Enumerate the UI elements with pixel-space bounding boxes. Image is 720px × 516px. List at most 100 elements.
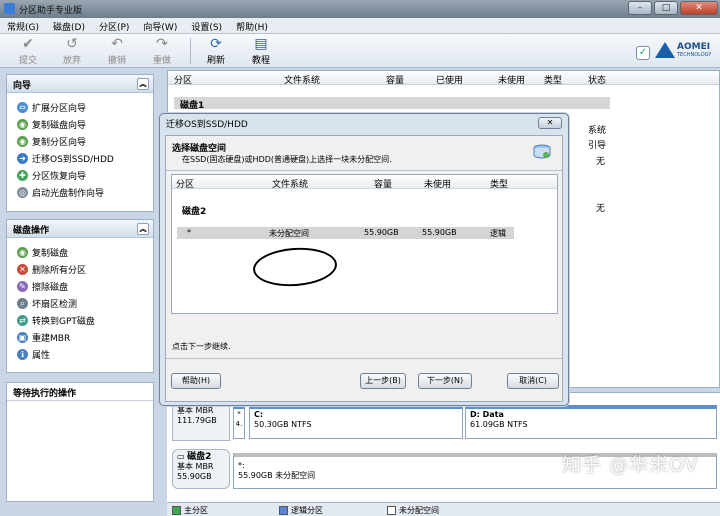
- disk1-partition-marker[interactable]: * 4.: [233, 405, 245, 439]
- col-partition[interactable]: 分区: [176, 177, 194, 190]
- partition-c[interactable]: C: 50.30GB NTFS: [249, 405, 463, 439]
- properties-icon: ℹ: [17, 348, 28, 360]
- refresh-button[interactable]: ⟳ 刷新: [196, 36, 236, 66]
- disk-ops-header: 磁盘操作 ︽: [7, 220, 153, 238]
- app-icon: [4, 3, 15, 14]
- sidebar-item-label: 转换到GPT磁盘: [32, 316, 95, 327]
- sidebar-item-copy-disk[interactable]: ◉ 复制磁盘: [7, 242, 153, 259]
- collapse-icon[interactable]: ︽: [137, 78, 149, 90]
- cancel-button[interactable]: 取消(C): [507, 373, 559, 389]
- col-capacity[interactable]: 容量: [386, 73, 404, 86]
- collapse-icon[interactable]: ︽: [137, 223, 149, 235]
- disk2-name: ▭ 磁盘2: [177, 452, 225, 462]
- sidebar-item-migrate-os[interactable]: ➜ 迁移OS到SSD/HDD: [7, 148, 153, 165]
- row-filesystem: 未分配空间: [269, 229, 309, 238]
- disk2-type: 基本 MBR: [177, 462, 214, 471]
- disk-space-list: 分区 文件系统 容量 未使用 类型 磁盘2 * 未分配空间 55.90GB 55…: [171, 174, 558, 314]
- dialog-close-button[interactable]: ✕: [538, 117, 562, 129]
- migrate-os-dialog: 迁移OS到SSD/HDD ✕ 选择磁盘空间 在SSD(固态硬盘)或HDD(普通硬…: [159, 113, 569, 406]
- legend-primary-swatch: [172, 506, 181, 515]
- legend-unallocated-swatch: [387, 506, 396, 515]
- sidebar-item-label: 重建MBR: [32, 333, 71, 344]
- partition-number: 4.: [235, 420, 243, 428]
- col-capacity[interactable]: 容量: [374, 177, 392, 190]
- menu-help[interactable]: 帮助(H): [229, 18, 275, 33]
- col-filesystem[interactable]: 文件系统: [272, 177, 308, 190]
- col-filesystem[interactable]: 文件系统: [284, 73, 320, 86]
- disk2-card[interactable]: ▭ 磁盘2 基本 MBR 55.90GB: [172, 449, 230, 489]
- partition-name: C:: [254, 410, 264, 419]
- partition-marker: *: [237, 410, 241, 418]
- menu-disk[interactable]: 磁盘(D): [46, 18, 92, 33]
- disk1-row[interactable]: 磁盘1: [174, 97, 610, 111]
- sidebar-item-delete-all[interactable]: ✕ 删除所有分区: [7, 259, 153, 276]
- undo-button[interactable]: ↶ 撤销: [97, 36, 137, 66]
- undo-label: 撤销: [107, 56, 126, 66]
- close-button[interactable]: ✕: [680, 1, 718, 15]
- col-used[interactable]: 已使用: [436, 73, 463, 86]
- checkmark-icon[interactable]: ✓: [636, 46, 650, 60]
- discard-button[interactable]: ↺ 放弃: [52, 36, 92, 66]
- status-none: 无: [596, 204, 606, 214]
- col-partition[interactable]: 分区: [174, 73, 192, 86]
- sidebar-item-bootable-media[interactable]: ◎ 启动光盘制作向导: [7, 182, 153, 199]
- sidebar-item-rebuild-mbr[interactable]: ▣ 重建MBR: [7, 327, 153, 344]
- col-free[interactable]: 未使用: [424, 177, 451, 190]
- sidebar-item-convert-gpt[interactable]: ⇄ 转换到GPT磁盘: [7, 310, 153, 327]
- status-boot: 引导: [588, 141, 607, 151]
- sidebar-item-partition-recovery[interactable]: ✚ 分区恢复向导: [7, 165, 153, 182]
- sidebar-item-label: 复制磁盘: [32, 248, 69, 259]
- sidebar-item-wipe-disk[interactable]: ✎ 擦除磁盘: [7, 276, 153, 293]
- sidebar-item-label: 复制分区向导: [32, 137, 87, 148]
- menu-bar: 常规(G) 磁盘(D) 分区(P) 向导(W) 设置(S) 帮助(H): [0, 18, 720, 34]
- pending-operations-panel: 等待执行的操作: [6, 382, 154, 502]
- col-type[interactable]: 类型: [544, 73, 562, 86]
- aomei-logo: AOMEI TECHNOLOGY: [655, 40, 717, 62]
- wipe-icon: ✎: [17, 280, 28, 292]
- sidebar-item-copy-disk-wizard[interactable]: ◉ 复制磁盘向导: [7, 114, 153, 131]
- menu-general[interactable]: 常规(G): [0, 18, 46, 33]
- disk-icon: ▭: [177, 452, 185, 461]
- menu-settings[interactable]: 设置(S): [184, 18, 229, 33]
- minimize-button[interactable]: –: [628, 1, 652, 15]
- apply-label: 提交: [18, 56, 37, 66]
- sidebar-item-label: 分区恢复向导: [32, 171, 87, 182]
- unallocated-row[interactable]: * 未分配空间 55.90GB 55.90GB 逻辑: [177, 227, 514, 239]
- sidebar-item-extend-wizard[interactable]: ⇔ 扩展分区向导: [7, 97, 153, 114]
- sidebar-item-bad-sector[interactable]: ⌕ 坏扇区检测: [7, 293, 153, 310]
- redo-button[interactable]: ↷ 重做: [142, 36, 182, 66]
- maximize-button[interactable]: □: [654, 1, 678, 15]
- sidebar-item-label: 扩展分区向导: [32, 103, 87, 114]
- status-bar: 主分区 逻辑分区 未分配空间: [167, 502, 720, 516]
- discard-label: 放弃: [62, 56, 81, 66]
- tutorial-button[interactable]: ▤ 教程: [241, 36, 281, 66]
- sidebar-item-properties[interactable]: ℹ 属性: [7, 344, 153, 361]
- menu-wizard[interactable]: 向导(W): [136, 18, 184, 33]
- dialog-separator: [166, 358, 562, 359]
- partition-detail: 61.09GB NTFS: [470, 420, 528, 429]
- legend-label: 主分区: [184, 506, 208, 515]
- partition-d[interactable]: D: Data 61.09GB NTFS: [465, 405, 717, 439]
- sidebar-item-label: 复制磁盘向导: [32, 120, 87, 131]
- disk-map: 基本 MBR 111.79GB * 4. C: 50.30GB NTFS D: …: [167, 392, 720, 502]
- help-button[interactable]: 帮助(H): [171, 373, 221, 389]
- sidebar-item-copy-partition-wizard[interactable]: ◉ 复制分区向导: [7, 131, 153, 148]
- menu-partition[interactable]: 分区(P): [92, 18, 136, 33]
- sidebar-item-label: 坏扇区检测: [32, 299, 78, 310]
- window-title: 分区助手专业版: [19, 6, 83, 16]
- disk2-size: 55.90GB: [177, 472, 212, 481]
- col-free[interactable]: 未使用: [498, 73, 525, 86]
- status-none: 无: [596, 157, 606, 167]
- apply-button[interactable]: ✔ 提交: [8, 36, 48, 66]
- back-button[interactable]: 上一步(B): [360, 373, 406, 389]
- legend-label: 未分配空间: [399, 506, 439, 515]
- convert-icon: ⇄: [17, 314, 28, 326]
- col-type[interactable]: 类型: [490, 177, 508, 190]
- redo-label: 重做: [152, 56, 171, 66]
- wizard-panel-header: 向导 ︽: [7, 75, 153, 93]
- next-button[interactable]: 下一步(N): [418, 373, 472, 389]
- disk-space-list-header: 分区 文件系统 容量 未使用 类型: [172, 175, 557, 190]
- col-status[interactable]: 状态: [588, 73, 606, 86]
- status-system: 系统: [588, 126, 607, 136]
- disk1-card[interactable]: 基本 MBR 111.79GB: [172, 403, 230, 441]
